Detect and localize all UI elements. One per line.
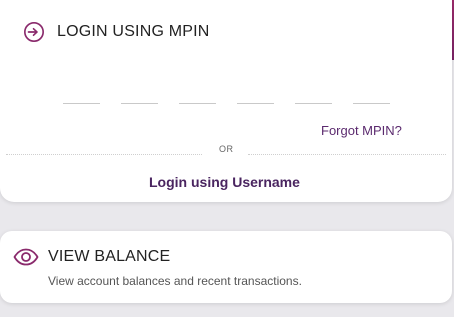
login-using-username-link[interactable]: Login using Username (149, 174, 300, 190)
mpin-digit-2[interactable] (121, 103, 158, 104)
mpin-input-row (63, 103, 411, 104)
forgot-mpin-link[interactable]: Forgot MPIN? (321, 123, 402, 138)
mpin-digit-3[interactable] (179, 103, 216, 104)
eye-icon (13, 248, 39, 266)
view-balance-card[interactable] (0, 231, 452, 303)
mpin-digit-5[interactable] (295, 103, 332, 104)
mpin-login-header: LOGIN USING MPIN (23, 21, 210, 43)
view-balance-header[interactable]: VIEW BALANCE (13, 248, 170, 266)
mpin-digit-1[interactable] (63, 103, 100, 104)
or-divider-label: OR (219, 144, 234, 154)
or-divider-left (6, 154, 202, 155)
mpin-digit-4[interactable] (237, 103, 274, 104)
or-divider-right (248, 154, 446, 155)
view-balance-subtitle: View account balances and recent transac… (48, 274, 302, 288)
mpin-digit-6[interactable] (353, 103, 390, 104)
view-balance-title: VIEW BALANCE (48, 248, 171, 265)
login-arrow-icon (24, 22, 44, 42)
mpin-login-title: LOGIN USING MPIN (57, 23, 210, 40)
